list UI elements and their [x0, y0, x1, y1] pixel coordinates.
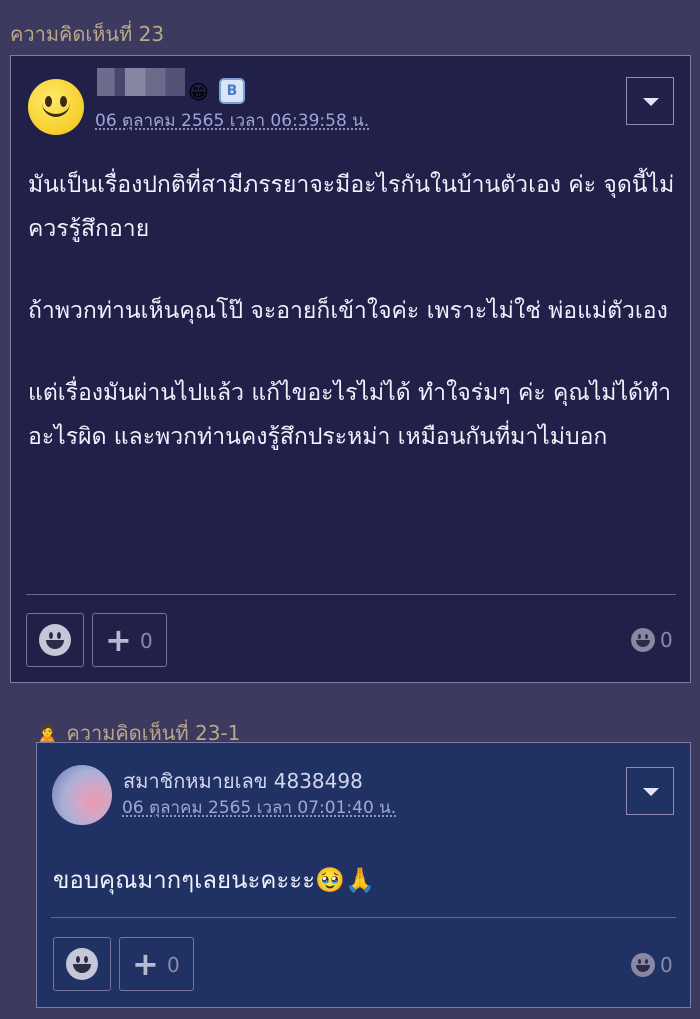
plus-vote-button[interactable]: + 0 [92, 613, 167, 667]
reply-options-button[interactable] [626, 767, 674, 815]
comment-options-button[interactable] [626, 77, 674, 125]
reaction-count-value: 0 [660, 953, 673, 977]
comment-card: 😁 B 06 ตุลาคม 2565 เวลา 06:39:58 น. มันเ… [10, 55, 691, 683]
reply-card: สมาชิกหมายเลข 4838498 06 ตุลาคม 2565 เวล… [36, 742, 691, 1008]
avatar[interactable] [52, 765, 112, 825]
member-name[interactable]: สมาชิกหมายเลข 4838498 [123, 765, 363, 797]
comment-timestamp[interactable]: 06 ตุลาคม 2565 เวลา 06:39:58 น. [95, 107, 369, 134]
plus-icon: + [132, 945, 159, 983]
comment-paragraph: ถ้าพวกท่านเห็นคุณโป๊ จะอายก็เข้าใจค่ะ เพ… [28, 298, 668, 324]
avatar[interactable] [28, 79, 84, 135]
teary-pray-emoji-icon: 🥹🙏 [315, 866, 375, 894]
comment-body: มันเป็นเรื่องปกติที่สามีภรรยาจะมีอะไรกัน… [28, 163, 678, 497]
plus-vote-button[interactable]: + 0 [119, 937, 194, 991]
reply-body: ขอบคุณมากๆเลยนะคะะะ🥹🙏 [53, 860, 375, 899]
reaction-count[interactable]: 0 [631, 626, 677, 654]
comment-paragraph: แต่เรื่องมันผ่านไปแล้ว แก้ไขอะไรไม่ได้ ท… [28, 380, 672, 450]
comment-header: ความคิดเห็นที่ 23 [10, 22, 165, 46]
reply-timestamp[interactable]: 06 ตุลาคม 2565 เวลา 07:01:40 น. [122, 794, 396, 821]
reaction-count[interactable]: 0 [631, 951, 677, 979]
smile-face-icon [631, 628, 655, 652]
plus-count: 0 [167, 953, 180, 977]
chevron-down-icon [643, 98, 659, 106]
reaction-count-value: 0 [660, 628, 673, 652]
smile-face-icon [39, 624, 71, 656]
reply-text: ขอบคุณมากๆเลยนะคะะะ [53, 866, 316, 894]
smile-face-icon [66, 948, 98, 980]
comment-paragraph: มันเป็นเรื่องปกติที่สามีภรรยาจะมีอะไรกัน… [28, 172, 675, 242]
blurred-username[interactable] [97, 68, 185, 96]
emotion-button[interactable] [26, 613, 84, 667]
grin-emoji-icon: 😁 [188, 80, 209, 104]
emotion-button[interactable] [53, 937, 111, 991]
chevron-down-icon [643, 788, 659, 796]
divider [51, 917, 676, 918]
plus-count: 0 [140, 629, 153, 653]
b-badge-icon: B [219, 78, 245, 104]
plus-icon: + [105, 621, 132, 659]
avatar-mouth [42, 101, 70, 117]
smile-face-icon [631, 953, 655, 977]
divider [26, 594, 676, 595]
